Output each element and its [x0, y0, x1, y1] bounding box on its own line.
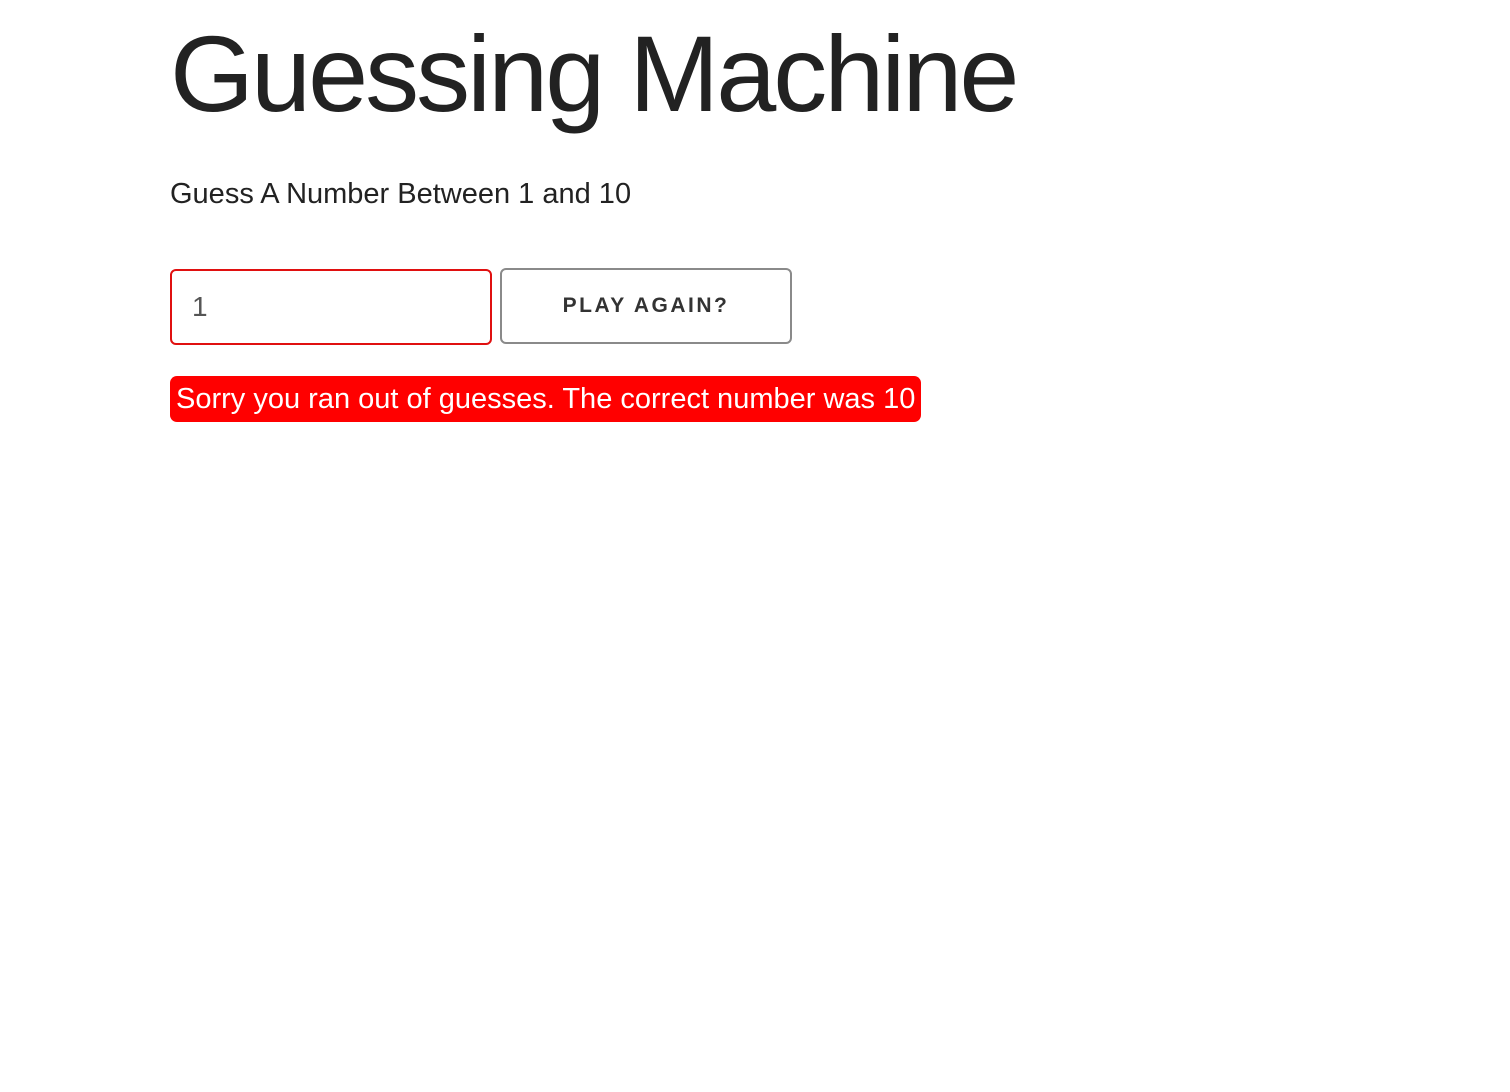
- guess-input[interactable]: [170, 269, 492, 345]
- page-title: Guessing Machine: [170, 13, 1019, 134]
- play-again-button[interactable]: PLAY AGAIN?: [500, 268, 792, 344]
- instruction-text: Guess A Number Between 1 and 10: [170, 178, 632, 210]
- result-message: Sorry you ran out of guesses. The correc…: [170, 376, 922, 422]
